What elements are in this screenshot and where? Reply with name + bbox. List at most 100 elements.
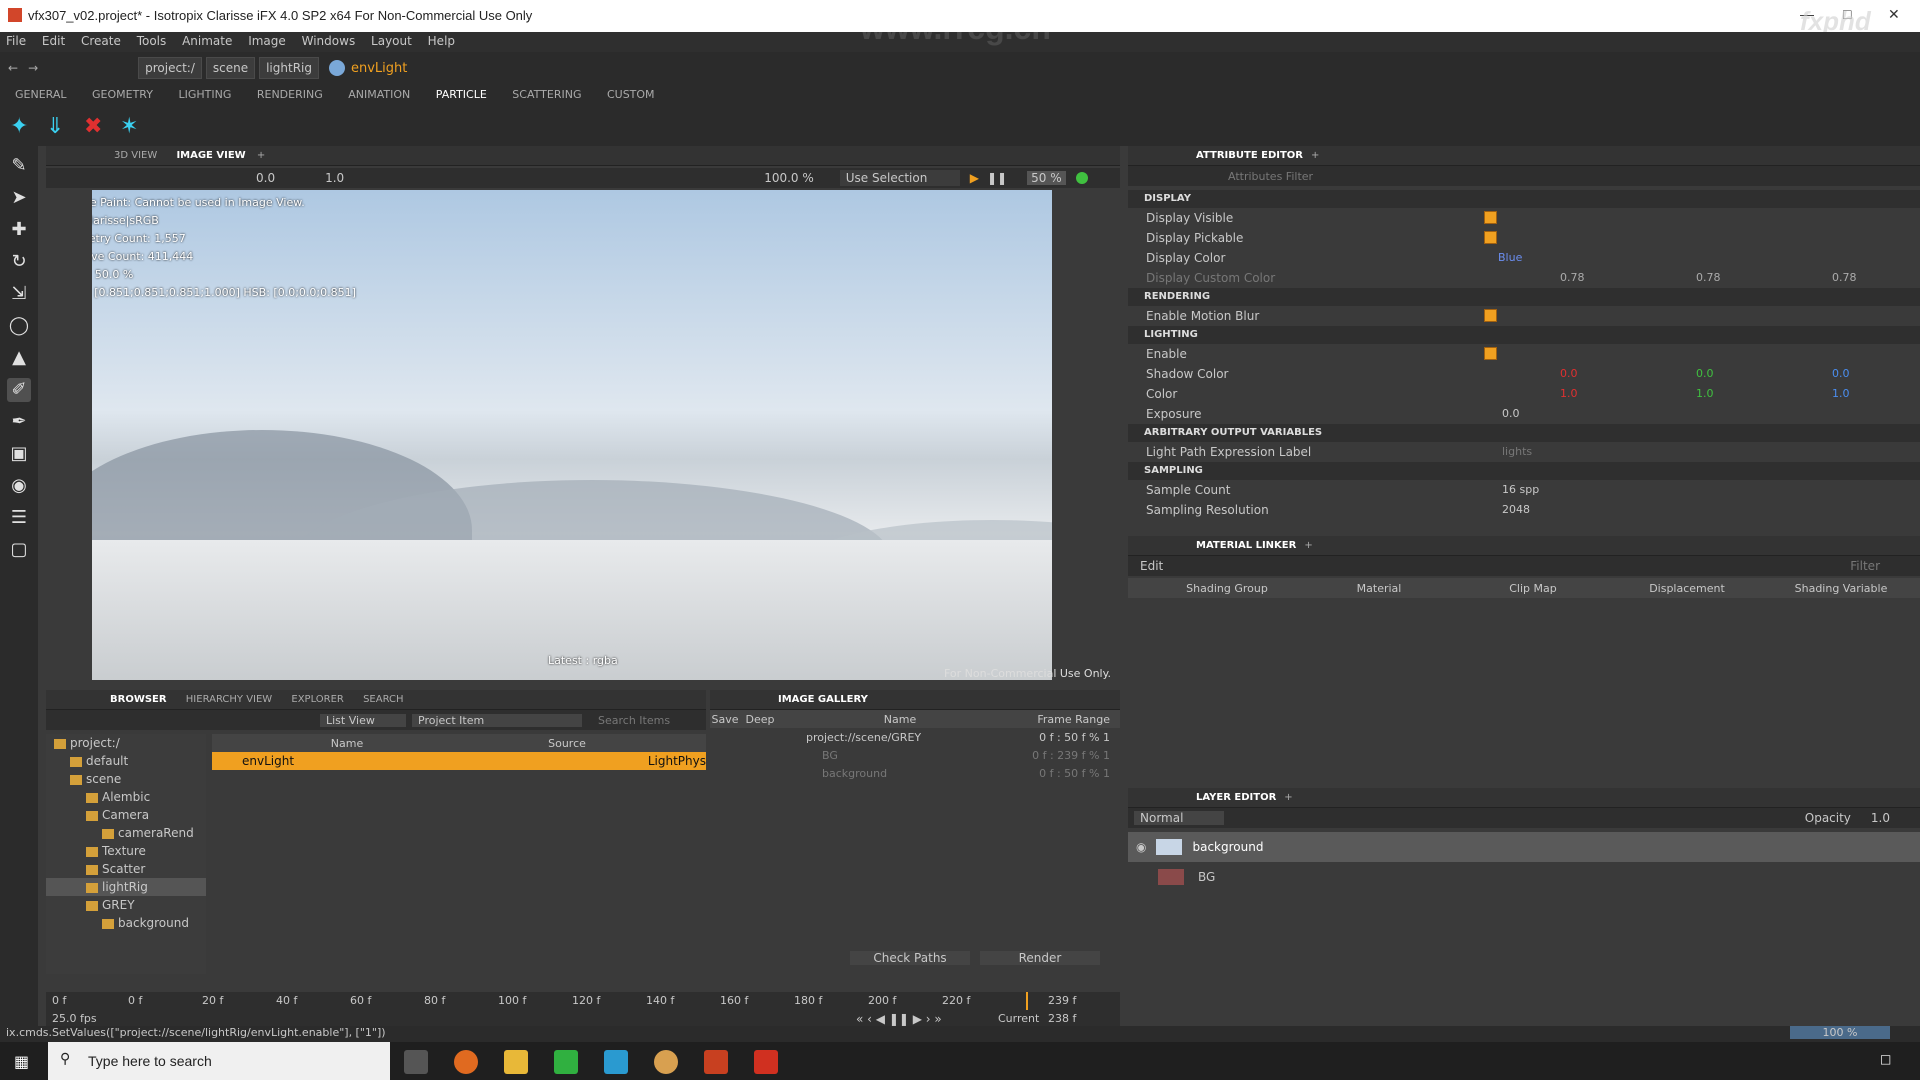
item-type-dropdown[interactable]: Project Item bbox=[412, 713, 582, 727]
menu-animate[interactable]: Animate bbox=[182, 32, 232, 48]
clarisse-icon[interactable] bbox=[704, 1050, 728, 1074]
particle-add-icon[interactable]: ✦ bbox=[10, 114, 28, 139]
exposure-value[interactable]: 0.0 bbox=[256, 171, 275, 185]
menu-tools[interactable]: Tools bbox=[137, 32, 167, 48]
menu-file[interactable]: File bbox=[6, 32, 26, 48]
tab-scattering[interactable]: SCATTERING bbox=[512, 88, 581, 101]
tree-item[interactable]: lightRig bbox=[46, 878, 206, 896]
timeline-start[interactable]: 0 f bbox=[52, 994, 66, 1007]
breadcrumb-lightrig[interactable]: lightRig bbox=[259, 57, 319, 79]
rgb-value[interactable]: 1.0 bbox=[1832, 384, 1850, 404]
play-icon[interactable]: ▶ bbox=[970, 171, 979, 185]
tab-lighting[interactable]: LIGHTING bbox=[178, 88, 231, 101]
selection-dropdown[interactable]: Use Selection bbox=[839, 170, 960, 186]
tab-browser[interactable]: BROWSER bbox=[102, 690, 175, 709]
back-icon[interactable]: ← bbox=[8, 61, 18, 75]
breadcrumb-scene[interactable]: scene bbox=[205, 57, 256, 79]
layer-row[interactable]: ◉ background bbox=[1128, 832, 1920, 862]
rgb-value[interactable]: 1.0 bbox=[1696, 384, 1714, 404]
scale-tool-icon[interactable]: ⇲ bbox=[7, 282, 31, 306]
tab-particle[interactable]: PARTICLE bbox=[436, 88, 487, 101]
app-globe-icon[interactable] bbox=[654, 1050, 678, 1074]
attr-add-tab-icon[interactable]: + bbox=[1311, 150, 1319, 161]
attr-section-header[interactable]: SAMPLING bbox=[1128, 462, 1920, 480]
task-view-icon[interactable] bbox=[404, 1050, 428, 1074]
orbit-tool-icon[interactable]: ◯ bbox=[7, 314, 31, 338]
rgb-value[interactable]: 0.78 bbox=[1832, 268, 1857, 288]
tree-item[interactable]: scene bbox=[46, 770, 206, 788]
menu-layout[interactable]: Layout bbox=[371, 32, 412, 48]
tree-item[interactable]: Camera bbox=[46, 806, 206, 824]
explorer-icon[interactable] bbox=[504, 1050, 528, 1074]
rgb-value[interactable]: 0.0 bbox=[1560, 364, 1578, 384]
menu-edit[interactable]: Edit bbox=[42, 32, 65, 48]
paint-tool-icon[interactable]: ✐ bbox=[7, 378, 31, 402]
checkbox[interactable] bbox=[1484, 347, 1497, 360]
close-icon[interactable]: ✕ bbox=[1888, 6, 1900, 23]
col-material[interactable]: Material bbox=[1302, 582, 1456, 595]
tab-general[interactable]: GENERAL bbox=[15, 88, 67, 101]
tab-rendering[interactable]: RENDERING bbox=[257, 88, 323, 101]
attr-section-header[interactable]: ARBITRARY OUTPUT VARIABLES bbox=[1128, 424, 1920, 442]
col-shading-variable[interactable]: Shading Variable bbox=[1764, 582, 1918, 595]
pen-tool-icon[interactable]: ✒ bbox=[7, 410, 31, 434]
ruler-tool-icon[interactable]: ☰ bbox=[7, 506, 31, 530]
taskbar-search-input[interactable]: Type here to search bbox=[88, 1053, 212, 1069]
checkbox[interactable] bbox=[1484, 231, 1497, 244]
tree-item[interactable]: Alembic bbox=[46, 788, 206, 806]
gallery-row[interactable]: BG 0 f : 239 f % 1 bbox=[710, 746, 1120, 764]
tree-item[interactable]: Scatter bbox=[46, 860, 206, 878]
tab-explorer[interactable]: EXPLORER bbox=[283, 690, 352, 709]
blend-mode-dropdown[interactable]: Normal bbox=[1134, 811, 1224, 825]
move-tool-icon[interactable]: ✚ bbox=[7, 218, 31, 242]
menu-create[interactable]: Create bbox=[81, 32, 121, 48]
tab-custom[interactable]: CUSTOM bbox=[607, 88, 655, 101]
transport-controls-icon[interactable]: « ‹ ◀ ❚❚ ▶ › » bbox=[856, 1012, 942, 1026]
render-button[interactable]: Render bbox=[980, 951, 1100, 965]
attr-section-header[interactable]: LIGHTING bbox=[1128, 326, 1920, 344]
breadcrumb-current[interactable]: envLight bbox=[351, 61, 407, 76]
tab-animation[interactable]: ANIMATION bbox=[348, 88, 410, 101]
rotate-tool-icon[interactable]: ↻ bbox=[7, 250, 31, 274]
matlink-edit-menu[interactable]: Edit bbox=[1140, 559, 1163, 573]
tab-geometry[interactable]: GEOMETRY bbox=[92, 88, 153, 101]
menu-windows[interactable]: Windows bbox=[302, 32, 356, 48]
forward-icon[interactable]: → bbox=[28, 61, 38, 75]
brush-tool-icon[interactable]: ✎ bbox=[7, 154, 31, 178]
tab-image-view[interactable]: IMAGE VIEW bbox=[168, 146, 253, 165]
tab-hierarchy-view[interactable]: HIERARCHY VIEW bbox=[178, 690, 280, 709]
menu-help[interactable]: Help bbox=[428, 32, 455, 48]
list-view-dropdown[interactable]: List View bbox=[320, 713, 406, 727]
tree-item[interactable]: background bbox=[46, 914, 206, 932]
camera-tool-icon[interactable]: ◉ bbox=[7, 474, 31, 498]
particle-drop-icon[interactable]: ⇓ bbox=[46, 114, 64, 139]
tree-item[interactable]: project:/ bbox=[46, 734, 206, 752]
col-shading-group[interactable]: Shading Group bbox=[1152, 582, 1302, 595]
timeline[interactable]: 0 f 0 f 20 f 40 f 60 f 80 f 100 f 120 f 140 f 16… bbox=[46, 992, 1120, 1028]
col-displacement[interactable]: Displacement bbox=[1610, 582, 1764, 595]
attr-value[interactable]: 0.0 bbox=[1502, 404, 1520, 424]
browser-row-selected[interactable]: envLight LightPhys bbox=[212, 752, 706, 770]
color-dropdown[interactable]: Blue bbox=[1498, 248, 1522, 268]
browser-search-input[interactable]: Search Items bbox=[598, 714, 670, 727]
cube-tool-icon[interactable]: ▢ bbox=[7, 538, 31, 562]
opacity-value[interactable]: 1.0 bbox=[1871, 811, 1890, 825]
gallery-row[interactable]: project://scene/GREY 0 f : 50 f % 1 bbox=[710, 728, 1120, 746]
attr-section-header[interactable]: RENDERING bbox=[1128, 288, 1920, 306]
rgb-value[interactable]: 0.0 bbox=[1696, 364, 1714, 384]
check-paths-button[interactable]: Check Paths bbox=[850, 951, 970, 965]
col-source[interactable]: Source bbox=[482, 737, 652, 750]
tree-item[interactable]: default bbox=[46, 752, 206, 770]
menu-image[interactable]: Image bbox=[248, 32, 286, 48]
tab-3d-view[interactable]: 3D VIEW bbox=[106, 146, 165, 165]
rgb-value[interactable]: 0.0 bbox=[1832, 364, 1850, 384]
tree-item[interactable]: Texture bbox=[46, 842, 206, 860]
rgb-value[interactable]: 0.78 bbox=[1696, 268, 1721, 288]
stamp-tool-icon[interactable]: ▲ bbox=[7, 346, 31, 370]
eye-icon[interactable]: ◉ bbox=[1136, 840, 1146, 854]
col-deep[interactable]: Deep bbox=[740, 713, 780, 726]
col-save[interactable]: Save bbox=[710, 713, 740, 726]
col-frame-range[interactable]: Frame Range bbox=[1020, 713, 1110, 726]
current-frame[interactable]: 238 f bbox=[1048, 1012, 1076, 1025]
breadcrumb-project[interactable]: project:/ bbox=[138, 57, 202, 79]
